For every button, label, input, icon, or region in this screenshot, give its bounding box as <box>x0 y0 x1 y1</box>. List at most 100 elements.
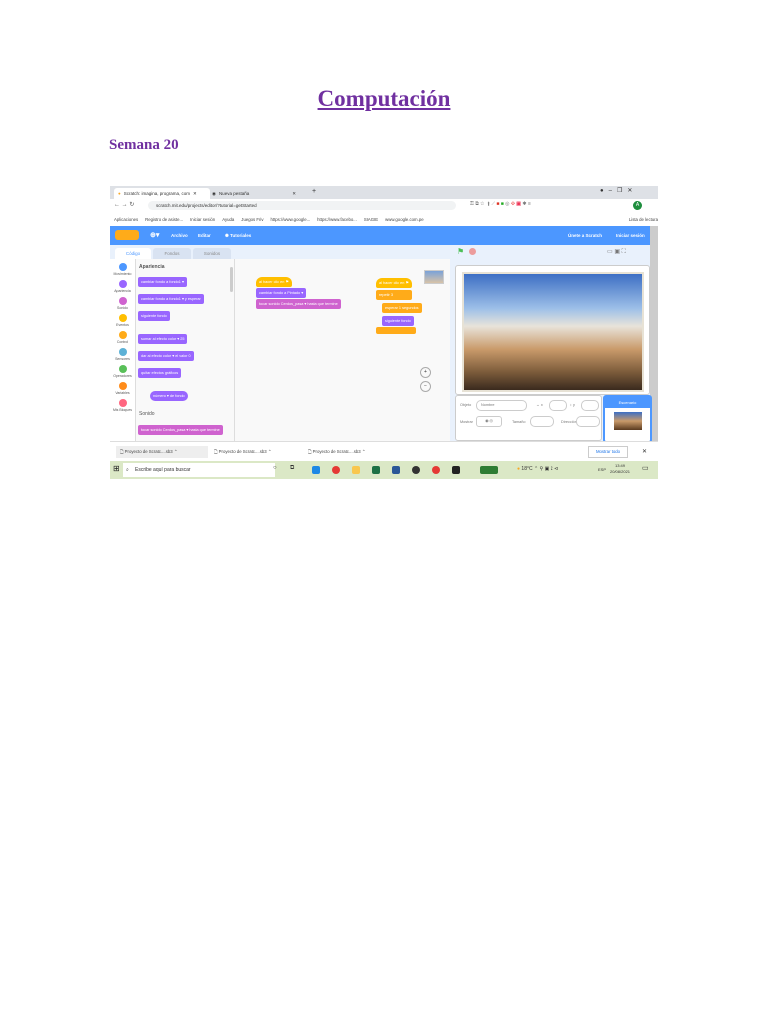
close-icon[interactable]: ✕ <box>642 448 647 455</box>
download-item[interactable]: 🗋 Proyecto de Scratc....sb3 ⌃ <box>304 446 396 458</box>
new-tab-icon[interactable]: + <box>312 188 316 195</box>
tutorials-label: Tutoriales <box>230 233 252 238</box>
script-block[interactable]: siguiente fondo <box>382 316 414 326</box>
y-label-text: y <box>572 403 575 407</box>
script-block[interactable]: al hacer clic en ⚑ <box>256 277 292 287</box>
cortana-icon[interactable]: ○ <box>273 465 277 471</box>
category-color-icon <box>118 399 127 407</box>
bookmark[interactable]: https://www.google... <box>271 217 311 222</box>
language-globe-icon[interactable]: ⊕▾ <box>150 231 159 239</box>
category-control[interactable]: Control <box>110 331 135 344</box>
browser-tab-bar: ● Scratch: imagina, programa, com ✕ ◉ Nueva… <box>110 186 658 199</box>
category-sensores[interactable]: Sensores <box>110 348 135 361</box>
palette-block[interactable]: siguiente fondo <box>138 311 170 321</box>
battery-app-icon[interactable] <box>480 466 498 474</box>
bookmark[interactable]: Ayuda <box>222 217 234 222</box>
language-indicator[interactable]: ESP <box>598 467 606 472</box>
edge-icon[interactable] <box>312 466 320 474</box>
extension-icons[interactable]: ⚿ ⧉ ☆ ⬆ ⟋ ■ ■ ◎ ⟐ ▣ ✱ ≡ <box>470 201 531 207</box>
script-block[interactable]: cambiar fondo a Pintado ▾ <box>256 288 307 298</box>
close-icon[interactable]: ✕ <box>193 191 197 197</box>
bookmark[interactable]: Iniciar sesión <box>190 217 215 222</box>
tab-sounds[interactable]: Sonidos <box>193 248 231 259</box>
category-color-icon <box>118 263 127 271</box>
app-icon[interactable] <box>452 466 460 474</box>
task-view-icon[interactable]: ⧉ <box>290 465 294 472</box>
windows-start-icon[interactable]: ⊞ <box>113 464 120 473</box>
zoom-out-icon[interactable]: − <box>420 381 431 392</box>
download-item[interactable]: 🗋 Proyecto de Scratc....sb3 ⌃ <box>116 446 208 458</box>
bookmark[interactable]: https://www.facebo... <box>317 217 357 222</box>
x-input[interactable] <box>549 400 567 411</box>
script-block[interactable]: esperar 1 segundos <box>382 303 422 313</box>
photos-icon[interactable] <box>392 466 400 474</box>
avatar[interactable]: A <box>633 201 642 210</box>
palette-block[interactable]: sumar al efecto color ▾ 25 <box>138 334 188 344</box>
palette-scrollbar[interactable] <box>230 267 233 292</box>
palette-block[interactable]: tocar sonido Cerdos_pasa ▾ hasta que ter… <box>138 425 223 435</box>
palette-block[interactable]: quitar efectos gráficos <box>138 368 182 378</box>
stage-selector[interactable]: Escenario <box>603 395 652 443</box>
clock[interactable]: 13:49 20/08/2021 <box>610 463 630 475</box>
sprite-name-input[interactable]: Nombre <box>476 400 527 411</box>
stage-selector-label: Escenario <box>605 397 650 408</box>
bookmark[interactable]: Registro de asiste... <box>145 217 183 222</box>
download-item[interactable]: 🗋 Proyecto de Scratc....sb3 ⌃ <box>210 446 302 458</box>
excel-icon[interactable] <box>372 466 380 474</box>
tutorials-menu[interactable]: ✺ Tutoriales <box>225 233 251 239</box>
palette-block[interactable]: dar al efecto color ▾ el valor 0 <box>138 351 194 361</box>
weather[interactable]: ● 18°C ⌃ ⚲ ▣ ⟟ ⊲ <box>517 466 558 472</box>
tab-backdrops[interactable]: Fondos <box>153 248 191 259</box>
browser-tab-scratch[interactable]: ● Scratch: imagina, programa, com ✕ <box>114 188 210 199</box>
show-all-button[interactable]: Mostrar todo <box>588 446 628 458</box>
category-eventos[interactable]: Eventos <box>110 314 135 327</box>
stage-size-icons[interactable]: ▭ ▣ ⛶ <box>607 248 626 256</box>
sprite-thumbnail <box>424 270 444 284</box>
stop-icon[interactable] <box>469 248 476 255</box>
window-controls[interactable]: ● – ❐ ✕ <box>600 187 632 194</box>
palette-block[interactable]: número ▾ de fondo <box>150 391 188 401</box>
reading-list[interactable]: Lista de lectura <box>629 217 658 222</box>
palette-block[interactable]: cambiar fondo a fondo1 ▾ y esperar <box>138 294 204 304</box>
notifications-icon[interactable]: ▭ <box>642 464 649 472</box>
palette-block[interactable]: cambiar fondo a fondo1 ▾ <box>138 277 187 287</box>
chrome-profile-icon[interactable] <box>432 466 440 474</box>
sign-in-link[interactable]: Iniciar sesión <box>616 233 645 238</box>
category-sonido[interactable]: Sonido <box>110 297 135 310</box>
bookmark[interactable]: Aplicaciones <box>114 217 138 222</box>
close-icon[interactable]: ✕ <box>292 191 296 197</box>
script-block[interactable]: repetir 3 <box>376 290 412 300</box>
y-input[interactable] <box>581 400 599 411</box>
explorer-icon[interactable] <box>352 466 360 474</box>
search-icon: ⌕ <box>126 467 129 473</box>
bookmark[interactable]: SIAGIE <box>364 217 378 222</box>
menu-edit[interactable]: Editar <box>198 233 211 238</box>
url-input[interactable]: scratch.mit.edu/projects/editor/?tutoria… <box>148 201 456 210</box>
visibility-toggle-icon[interactable]: ◉ ◎ <box>476 416 502 427</box>
bookmark[interactable]: Juegos Friv <box>241 217 263 222</box>
category-operadores[interactable]: Operadores <box>110 365 135 378</box>
green-flag-icon[interactable]: ⚑ <box>457 247 464 256</box>
script-block[interactable]: tocar sonido Cerdos_pasa ▾ hasta que ter… <box>256 299 341 309</box>
category-apariencia[interactable]: Apariencia <box>110 280 135 293</box>
script-block[interactable]: al hacer clic en ⚑ <box>376 278 412 288</box>
menu-file[interactable]: Archivo <box>171 233 188 238</box>
tab-code[interactable]: Código <box>115 248 151 259</box>
x-label: ↔ x <box>536 403 543 407</box>
size-input[interactable] <box>530 416 554 427</box>
scratch-logo[interactable] <box>115 230 139 240</box>
sprite-label: Objeto <box>460 403 472 407</box>
bookmark[interactable]: www.google.com.pe <box>385 217 423 222</box>
category-movimiento[interactable]: Movimiento <box>110 263 135 276</box>
zoom-in-icon[interactable]: + <box>420 367 431 378</box>
nav-buttons-icon[interactable]: ← → ↻ <box>114 201 134 208</box>
chrome-icon[interactable] <box>332 466 340 474</box>
week-heading: Semana 20 <box>109 137 179 153</box>
category-variables[interactable]: Variables <box>110 382 135 395</box>
media-icon[interactable] <box>412 466 420 474</box>
category-mis-bloques[interactable]: Mis Bloques <box>110 399 135 412</box>
taskbar-search-input[interactable]: ⌕ Escribe aquí para buscar <box>123 463 275 477</box>
browser-tab-new[interactable]: ◉ Nueva pestaña ✕ <box>208 188 304 199</box>
join-scratch-link[interactable]: Únete a Scratch <box>568 233 602 238</box>
direction-input[interactable] <box>576 416 600 427</box>
